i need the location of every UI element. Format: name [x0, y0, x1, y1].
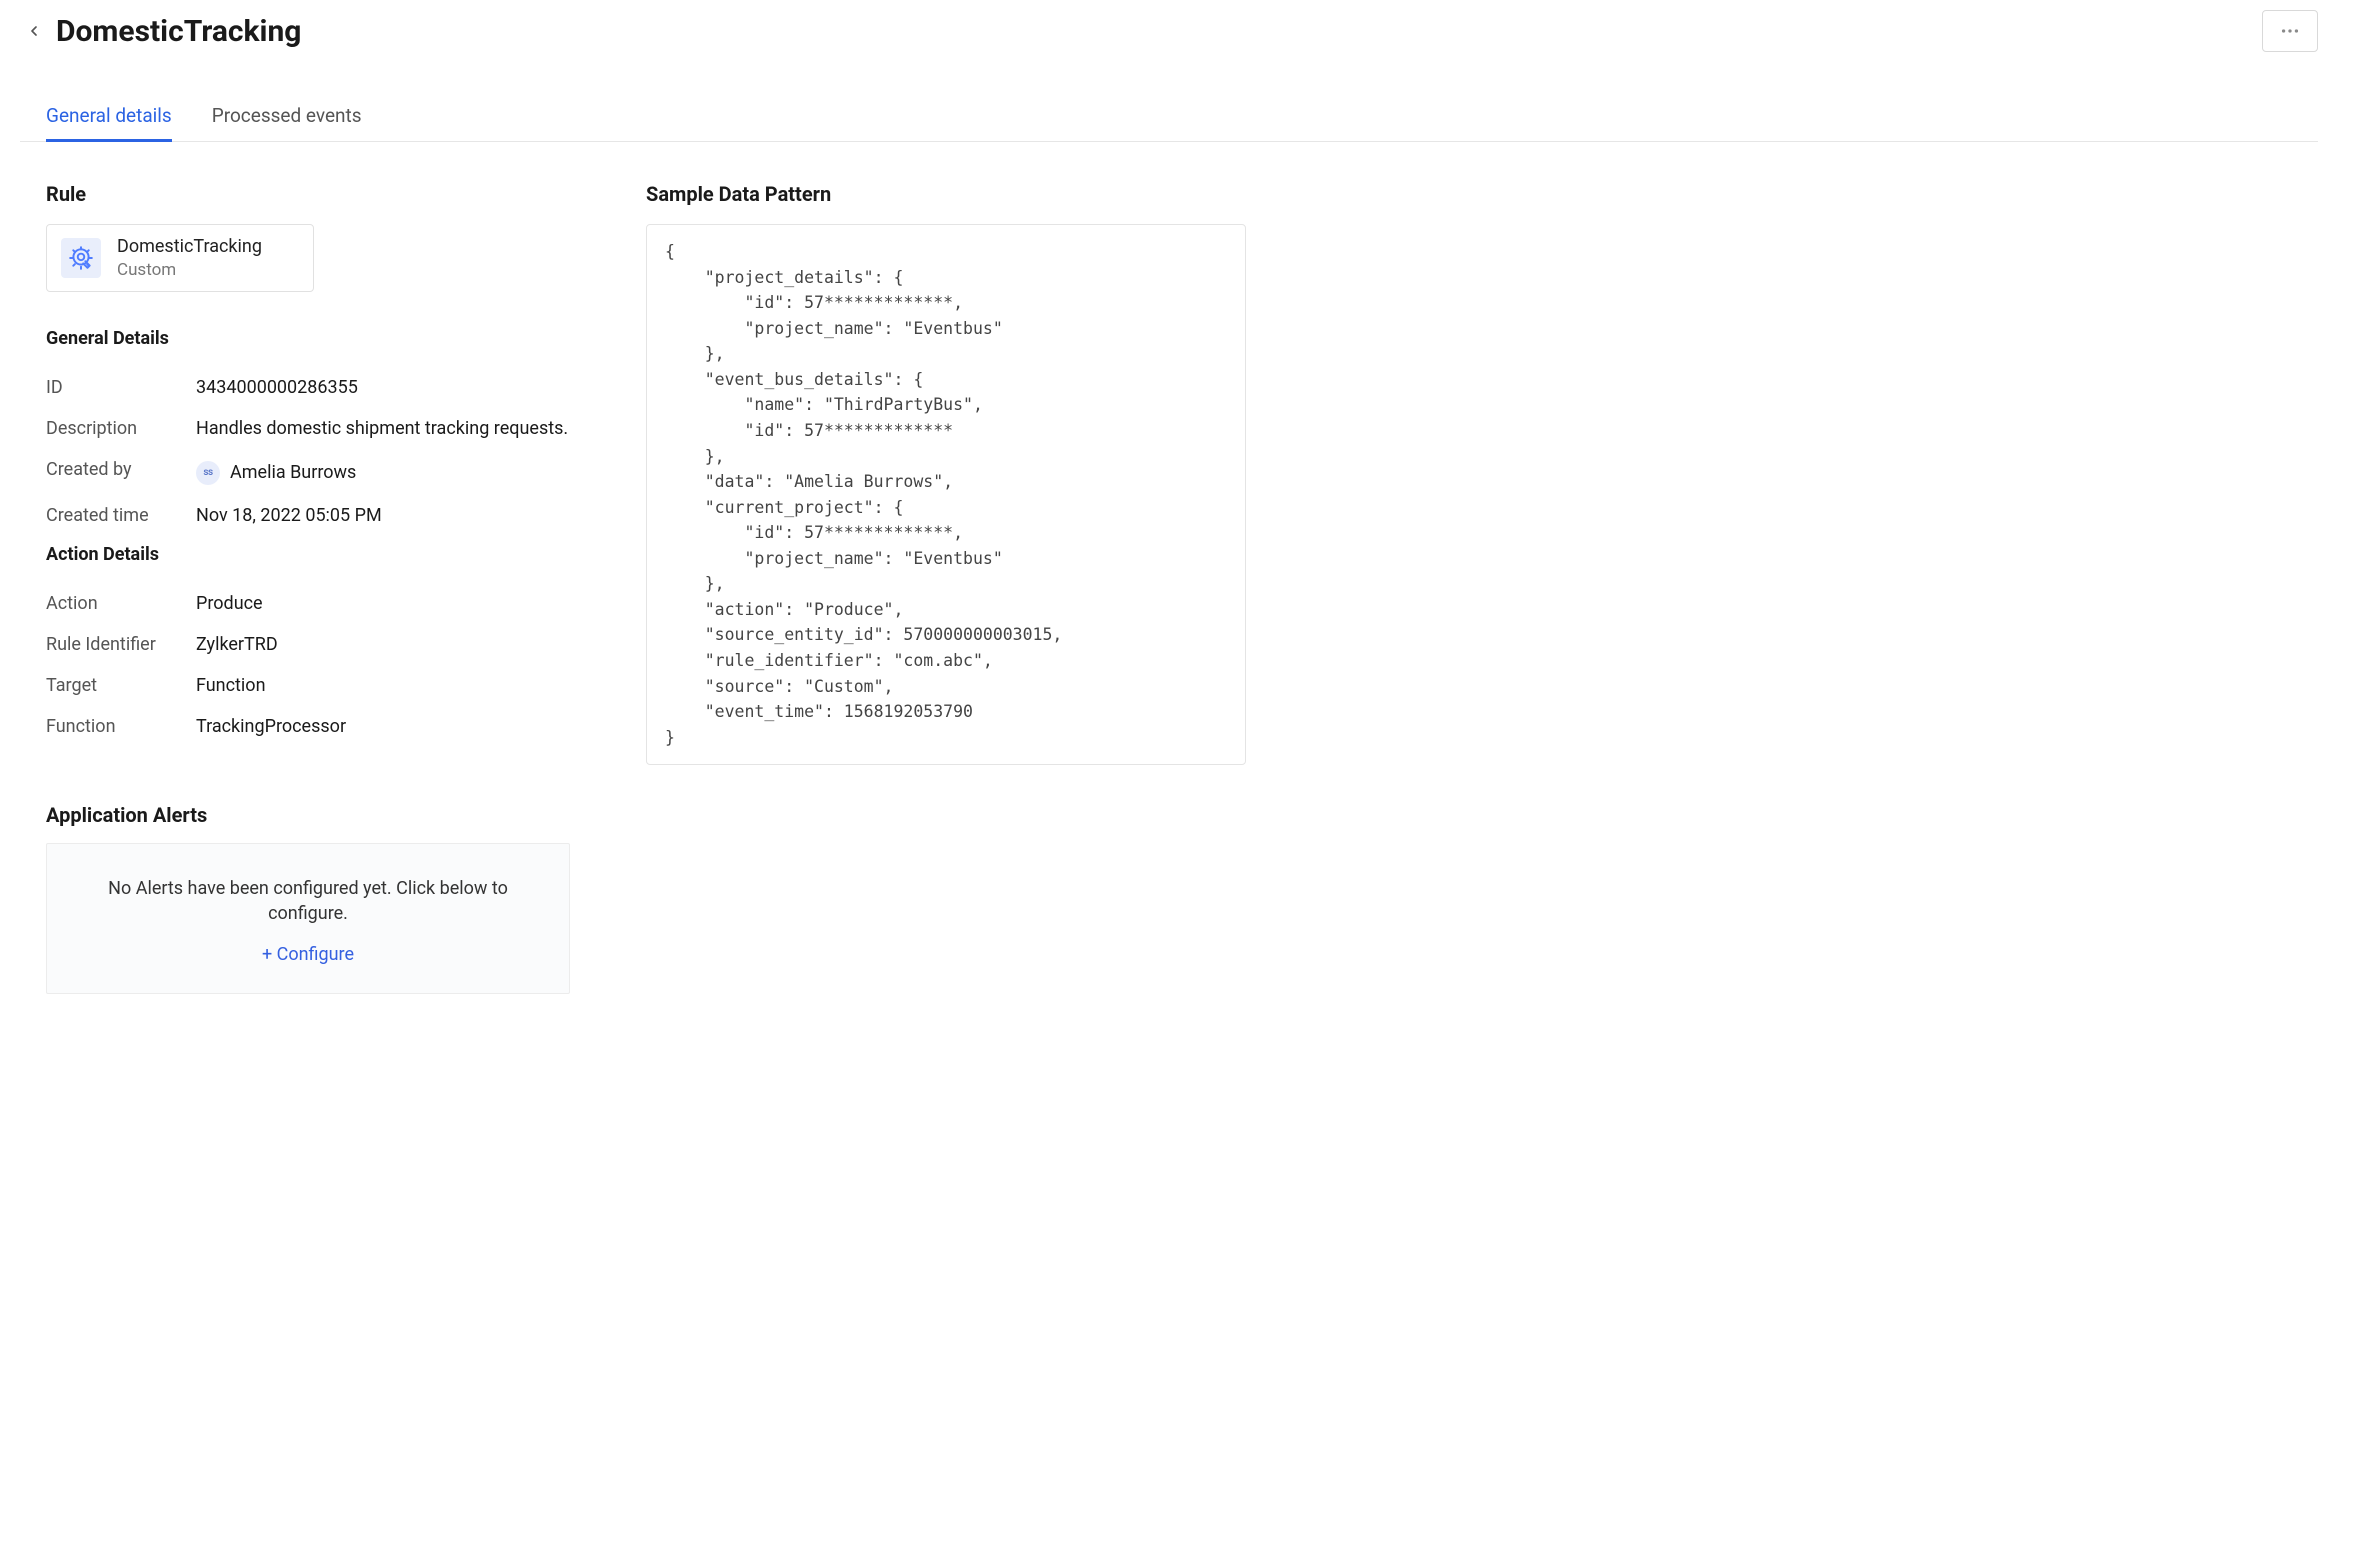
rule-name: DomesticTracking: [117, 235, 262, 259]
field-action: Action Produce: [46, 583, 586, 624]
alerts-empty-state: No Alerts have been configured yet. Clic…: [46, 843, 570, 994]
avatar: ss: [196, 461, 220, 485]
ellipsis-icon: [2279, 20, 2301, 42]
tab-general-details[interactable]: General details: [46, 94, 172, 141]
field-value: Produce: [196, 593, 586, 614]
field-created-time: Created time Nov 18, 2022 05:05 PM: [46, 495, 586, 536]
field-label: Function: [46, 716, 196, 737]
back-button[interactable]: [20, 17, 48, 45]
field-label: Description: [46, 418, 196, 439]
field-value: ZylkerTRD: [196, 634, 586, 655]
section-title-sample-data: Sample Data Pattern: [646, 182, 1246, 206]
field-value: Function: [196, 675, 586, 696]
sample-data-code: { "project_details": { "id": 57*********…: [646, 224, 1246, 765]
section-title-action-details: Action Details: [46, 544, 586, 565]
field-label: Created by: [46, 459, 196, 485]
field-label: ID: [46, 377, 196, 398]
field-label: Target: [46, 675, 196, 696]
field-label: Rule Identifier: [46, 634, 196, 655]
field-label: Action: [46, 593, 196, 614]
section-title-application-alerts: Application Alerts: [46, 803, 586, 827]
field-label: Created time: [46, 505, 196, 526]
alerts-empty-message: No Alerts have been configured yet. Clic…: [71, 876, 545, 926]
rule-type: Custom: [117, 259, 262, 281]
field-value: 3434000000286355: [196, 377, 586, 398]
page-header: DomesticTracking: [20, 10, 2318, 52]
user-name: Amelia Burrows: [230, 462, 356, 483]
field-id: ID 3434000000286355: [46, 367, 586, 408]
field-value: Nov 18, 2022 05:05 PM: [196, 505, 586, 526]
field-rule-identifier: Rule Identifier ZylkerTRD: [46, 624, 586, 665]
field-value: TrackingProcessor: [196, 716, 586, 737]
field-value: Handles domestic shipment tracking reque…: [196, 418, 586, 439]
page-title: DomesticTracking: [56, 14, 301, 49]
user-chip: ss Amelia Burrows: [196, 461, 356, 485]
tab-processed-events[interactable]: Processed events: [212, 94, 362, 141]
field-target: Target Function: [46, 665, 586, 706]
rule-card[interactable]: DomesticTracking Custom: [46, 224, 314, 292]
tab-bar: General details Processed events: [20, 94, 2318, 142]
more-actions-button[interactable]: [2262, 10, 2318, 52]
chevron-left-icon: [26, 23, 42, 39]
rule-settings-icon: [61, 238, 101, 278]
section-title-rule: Rule: [46, 182, 586, 206]
field-function: Function TrackingProcessor: [46, 706, 586, 747]
field-description: Description Handles domestic shipment tr…: [46, 408, 586, 449]
field-created-by: Created by ss Amelia Burrows: [46, 449, 586, 495]
configure-alerts-link[interactable]: + Configure: [71, 944, 545, 965]
section-title-general-details: General Details: [46, 328, 586, 349]
